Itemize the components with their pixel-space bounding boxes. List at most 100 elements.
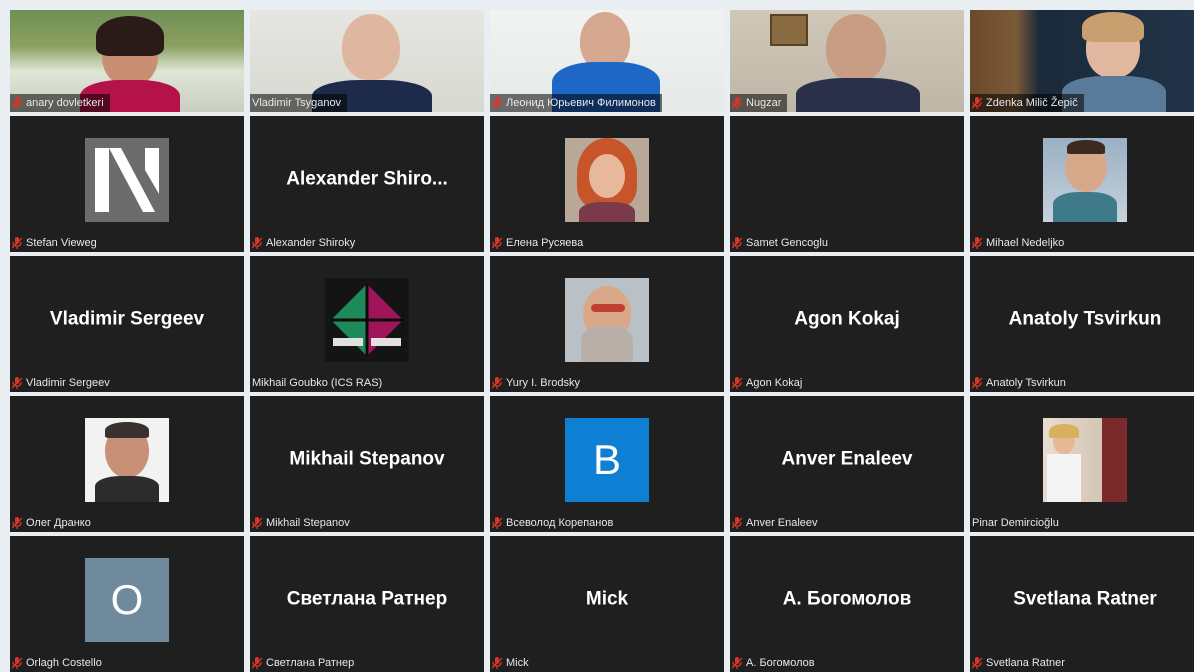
participant-tile[interactable]: Agon Kokaj Agon Kokaj [730, 256, 964, 392]
participant-name-bar: Pinar Demircioğlu [970, 514, 1065, 532]
participant-tile[interactable]: Mikhail Stepanov Mikhail Stepanov [250, 396, 484, 532]
participant-name-bar: Олег Дранко [10, 514, 97, 532]
participant-tile[interactable]: Anver Enaleev Anver Enaleev [730, 396, 964, 532]
muted-mic-icon [492, 237, 502, 249]
participant-name-bar: Anver Enaleev [730, 514, 824, 532]
muted-mic-icon [972, 97, 982, 109]
participant-tile[interactable]: O Orlagh Costello [10, 536, 244, 672]
participant-name-bar: Всеволод Корепанов [490, 514, 619, 532]
participant-name: Pinar Demircioğlu [972, 517, 1059, 529]
participant-name: Mikhail Goubko (ICS RAS) [252, 377, 383, 389]
participant-tile[interactable]: Zdenka Milič Žepič [970, 10, 1194, 112]
participant-display-name: Vladimir Sergeev [49, 308, 205, 330]
muted-mic-icon [732, 237, 742, 249]
participant-name: Agon Kokaj [746, 377, 803, 389]
participant-display-name: Alexander Shiro... [286, 168, 448, 190]
muted-mic-icon [972, 657, 982, 669]
participant-name: Леонид Юрьевич Филимонов [506, 97, 656, 109]
muted-mic-icon [972, 377, 982, 389]
participant-tile[interactable]: Svetlana Ratner Svetlana Ratner [970, 536, 1194, 672]
participant-tile[interactable]: Олег Дранко [10, 396, 244, 532]
participant-name: Vladimir Sergeev [26, 377, 110, 389]
participant-name-bar: Agon Kokaj [730, 374, 808, 392]
muted-mic-icon [492, 517, 502, 529]
participant-name: Anver Enaleev [746, 517, 818, 529]
letter-avatar: O [85, 558, 169, 642]
participant-display-name: Agon Kokaj [794, 308, 900, 330]
muted-mic-icon [732, 657, 742, 669]
participant-tile[interactable]: Pinar Demircioğlu [970, 396, 1194, 532]
participant-name-bar: Леонид Юрьевич Филимонов [490, 94, 662, 112]
muted-mic-icon [732, 377, 742, 389]
participant-name-bar: Mikhail Goubko (ICS RAS) [250, 374, 388, 392]
participant-name: Orlagh Costello [26, 657, 102, 669]
muted-mic-icon [12, 517, 22, 529]
participant-name: А. Богомолов [746, 657, 815, 669]
participant-name-bar: Svetlana Ratner [970, 654, 1071, 672]
participant-name: Zdenka Milič Žepič [986, 97, 1078, 109]
participant-name-bar: Елена Русяева [490, 234, 589, 252]
muted-mic-icon [252, 237, 262, 249]
participant-tile[interactable]: Samet Gencoglu [730, 116, 964, 252]
participant-name-bar: Vladimir Sergeev [10, 374, 116, 392]
profile-photo [565, 138, 649, 222]
participant-name-bar: Светлана Ратнер [250, 654, 360, 672]
profile-photo [1043, 138, 1127, 222]
muted-mic-icon [12, 237, 22, 249]
profile-photo [85, 418, 169, 502]
participant-name: Mihael Nedeljko [986, 237, 1065, 249]
muted-mic-icon [12, 657, 22, 669]
muted-mic-icon [12, 377, 22, 389]
participant-name-bar: Samet Gencoglu [730, 234, 834, 252]
participant-tile[interactable]: B Всеволод Корепанов [490, 396, 724, 532]
profile-photo [1043, 418, 1127, 502]
participant-tile[interactable]: Mikhail Goubko (ICS RAS) [250, 256, 484, 392]
participant-name-bar: Yury I. Brodsky [490, 374, 586, 392]
participant-name-bar: Zdenka Milič Žepič [970, 94, 1084, 112]
participant-name: Samet Gencoglu [746, 237, 828, 249]
participant-name-bar: А. Богомолов [730, 654, 821, 672]
participant-tile[interactable]: Vladimir Tsyganov [250, 10, 484, 112]
participant-name-bar: Orlagh Costello [10, 654, 108, 672]
participant-name-bar: Mihael Nedeljko [970, 234, 1070, 252]
participant-tile[interactable]: Vladimir Sergeev Vladimir Sergeev [10, 256, 244, 392]
muted-mic-icon [492, 97, 502, 109]
muted-mic-icon [732, 517, 742, 529]
profile-logo [85, 138, 169, 222]
participant-name: Nugzar [746, 97, 782, 109]
participant-tile[interactable]: Anatoly Tsvirkun Anatoly Tsvirkun [970, 256, 1194, 392]
participant-name: Светлана Ратнер [266, 657, 355, 669]
participant-name-bar: Mick [490, 654, 535, 672]
participant-tile[interactable]: Елена Русяева [490, 116, 724, 252]
participant-tile[interactable]: Alexander Shiro... Alexander Shiroky [250, 116, 484, 252]
participant-tile[interactable]: Mihael Nedeljko [970, 116, 1194, 252]
participant-name: Vladimir Tsyganov [252, 97, 342, 109]
participant-tile[interactable]: anary dovletkeri [10, 10, 244, 112]
participant-display-name: А. Богомолов [782, 588, 912, 610]
participant-name: Mick [506, 657, 529, 669]
participant-tile[interactable]: Mick Mick [490, 536, 724, 672]
participant-tile[interactable]: А. Богомолов А. Богомолов [730, 536, 964, 672]
participant-name: Mikhail Stepanov [266, 517, 350, 529]
gallery-grid: anary dovletkeri Vladimir Tsyganov Леони… [10, 10, 1194, 672]
participant-display-name: Svetlana Ratner [1013, 588, 1157, 610]
participant-name-bar: Nugzar [730, 94, 788, 112]
participant-name-bar: Stefan Vieweg [10, 234, 103, 252]
ics-ras-logo [325, 278, 409, 362]
muted-mic-icon [732, 97, 742, 109]
muted-mic-icon [252, 657, 262, 669]
participant-name: Yury I. Brodsky [506, 377, 580, 389]
participant-tile[interactable]: Леонид Юрьевич Филимонов [490, 10, 724, 112]
participant-tile[interactable]: Yury I. Brodsky [490, 256, 724, 392]
participant-name: Елена Русяева [506, 237, 584, 249]
participant-name: Stefan Vieweg [26, 237, 97, 249]
muted-mic-icon [492, 377, 502, 389]
participant-name: Svetlana Ratner [986, 657, 1065, 669]
participant-display-name: Anatoly Tsvirkun [1008, 308, 1162, 330]
participant-tile[interactable]: Nugzar [730, 10, 964, 112]
muted-mic-icon [972, 237, 982, 249]
letter-avatar: B [565, 418, 649, 502]
participant-name: anary dovletkeri [26, 97, 104, 109]
participant-tile[interactable]: Stefan Vieweg [10, 116, 244, 252]
participant-tile[interactable]: Светлана Ратнер Светлана Ратнер [250, 536, 484, 672]
